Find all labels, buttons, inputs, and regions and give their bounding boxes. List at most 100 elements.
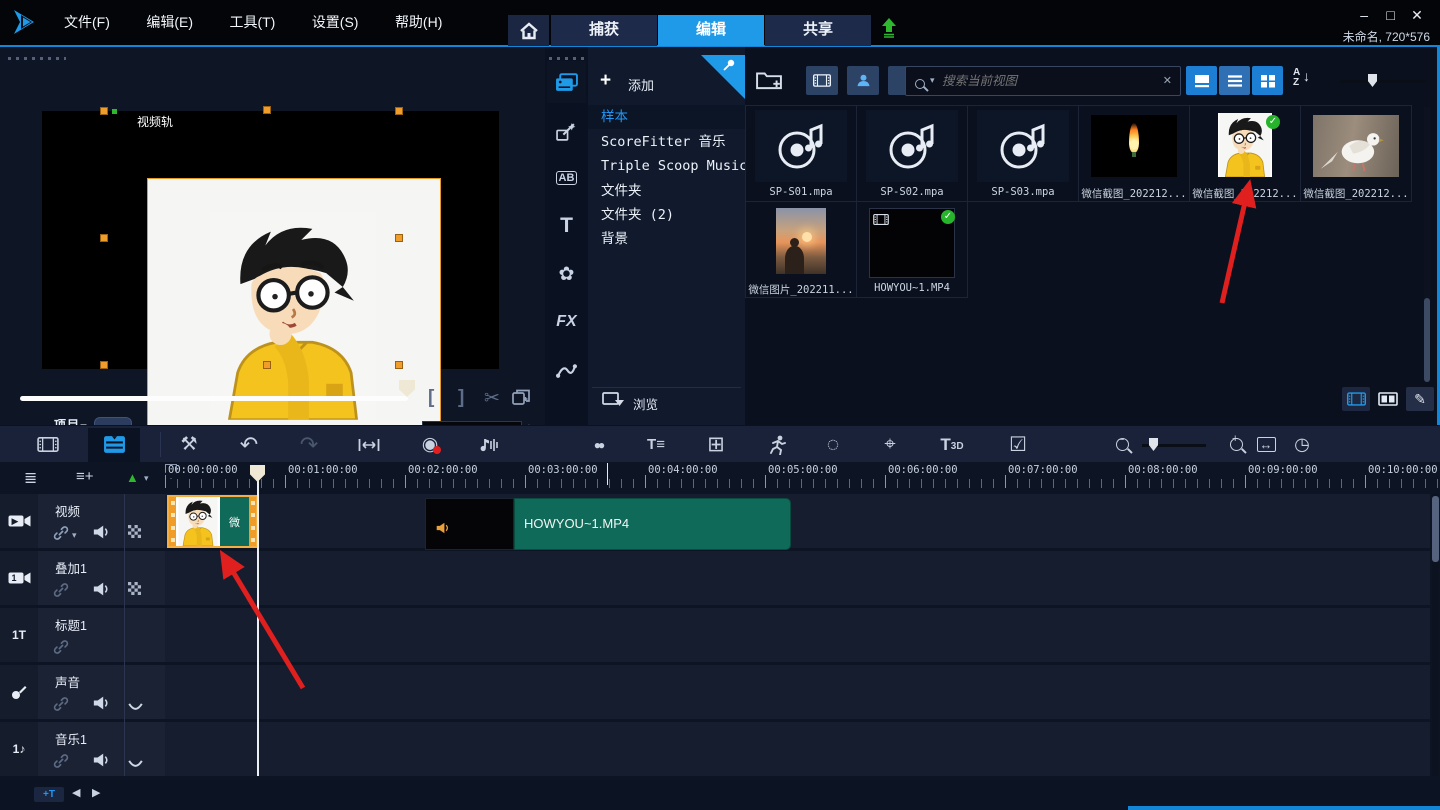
link-icon[interactable]	[53, 582, 69, 603]
split-clip-icon[interactable]: ✂	[484, 387, 500, 410]
music-track-icon[interactable]: 1♪	[0, 722, 38, 776]
timeline-scrollbar-thumb[interactable]	[1432, 496, 1439, 562]
edit-icon[interactable]: ✎	[1406, 387, 1434, 411]
category-folder[interactable]: 文件夹	[588, 179, 745, 203]
selection-handle[interactable]	[263, 361, 271, 369]
scroll-left-icon[interactable]: ◀	[72, 786, 80, 799]
overlay-track-icon[interactable]: 1	[0, 551, 38, 605]
link-icon[interactable]	[53, 696, 69, 717]
sort-icon[interactable]: A↓Z	[1293, 68, 1300, 88]
duration-clock-icon[interactable]: ◷	[1290, 426, 1314, 463]
tab-home[interactable]	[508, 15, 549, 46]
category-background[interactable]: 背景	[588, 227, 745, 251]
insert-mode-caret-icon[interactable]: ▾	[144, 473, 149, 484]
thumb-size-slider[interactable]	[1340, 80, 1426, 83]
selection-handle[interactable]	[263, 106, 271, 114]
selection-handle[interactable]	[100, 234, 108, 242]
mask-creator-icon[interactable]: ◌	[820, 426, 846, 463]
subtitle-editor-icon[interactable]: T≡	[642, 426, 670, 463]
mute-icon[interactable]	[93, 582, 110, 601]
timeline-clip-video[interactable]: HOWYOU~1.MP4	[514, 498, 791, 550]
view-thumb-button[interactable]	[1186, 66, 1217, 95]
dual-view-icon[interactable]	[1374, 387, 1402, 411]
search-icon[interactable]	[915, 76, 925, 94]
timeline-clip-image[interactable]: 微	[167, 495, 258, 548]
playhead-line[interactable]	[257, 480, 259, 776]
mute-icon[interactable]	[93, 753, 110, 772]
title-3d-icon[interactable]: T3D	[935, 426, 969, 463]
speed-icon[interactable]: ●●	[584, 426, 612, 463]
category-scorefitter[interactable]: ScoreFitter 音乐	[588, 130, 745, 154]
search-input[interactable]	[942, 70, 1152, 92]
smart-mask-icon[interactable]: ☑	[1005, 426, 1031, 463]
timeline-view-icon[interactable]	[101, 426, 127, 463]
link-icon[interactable]	[53, 753, 69, 774]
selection-handle[interactable]	[395, 361, 403, 369]
motion-tracking-icon[interactable]	[765, 426, 791, 463]
stabilizer-icon[interactable]: ⌖	[877, 426, 903, 463]
timeline-ruler[interactable]: 00:00:00:00 00:01:00:00 00:02:00:00 00:0…	[165, 462, 1440, 490]
library-scrollbar-thumb[interactable]	[1424, 298, 1430, 382]
link-icon[interactable]	[53, 525, 69, 546]
menu-help[interactable]: 帮助(H)	[379, 2, 458, 42]
tools-icon[interactable]: ⚒	[176, 426, 202, 463]
tab-capture[interactable]: 捕获	[551, 15, 657, 46]
selection-handle[interactable]	[100, 361, 108, 369]
link-icon[interactable]	[53, 639, 69, 660]
video-track-icon[interactable]: ▶	[0, 494, 38, 548]
library-item-selected[interactable]: ✓ HOWYOU~1.MP4	[857, 202, 967, 297]
undo-icon[interactable]: ↶	[236, 426, 262, 463]
fade-icon[interactable]	[128, 756, 143, 774]
fade-icon[interactable]	[128, 699, 143, 717]
storyboard-view-icon[interactable]	[34, 426, 62, 463]
nav-media-icon[interactable]	[545, 62, 588, 102]
link-caret-icon[interactable]: ▾	[72, 530, 77, 541]
add-folder-label[interactable]: 添加	[628, 75, 654, 94]
timeline-zoom-thumb[interactable]	[1149, 438, 1158, 451]
zoom-out-icon[interactable]: −	[1110, 426, 1134, 463]
scroll-right-icon[interactable]: ▶	[92, 786, 100, 799]
nav-transition-icon[interactable]	[545, 111, 588, 151]
mute-icon[interactable]	[93, 525, 110, 544]
browse-icon[interactable]	[602, 392, 626, 412]
track-row-music[interactable]: 1♪ 音乐1	[0, 722, 1430, 776]
filter-photo-button[interactable]	[847, 66, 879, 95]
track-row-title[interactable]: 1T 标题1	[0, 608, 1430, 662]
menu-edit[interactable]: 编辑(E)	[130, 2, 209, 42]
category-triple-scoop[interactable]: Triple Scoop Music	[588, 154, 745, 178]
track-row-overlay[interactable]: 1 叠加1	[0, 551, 1430, 605]
mute-icon[interactable]	[93, 696, 110, 715]
preview-stage[interactable]	[42, 111, 499, 369]
preview-image[interactable]	[147, 178, 441, 431]
selection-handle[interactable]	[395, 234, 403, 242]
library-item[interactable]: 微信截图_202212...	[1079, 106, 1189, 201]
nav-motion-path-icon[interactable]	[545, 350, 588, 390]
menu-file[interactable]: 文件(F)	[48, 2, 126, 42]
view-list-button[interactable]	[1219, 66, 1250, 95]
track-row-voice[interactable]: 声音	[0, 665, 1430, 719]
redo-icon[interactable]: ↷	[296, 426, 322, 463]
zoom-in-icon[interactable]: +	[1224, 426, 1248, 463]
timeline-clip-video-head[interactable]	[425, 498, 514, 550]
title-track-icon[interactable]: 1T	[0, 608, 38, 662]
maximize-button[interactable]: □	[1380, 7, 1402, 23]
transparency-icon[interactable]	[128, 582, 141, 600]
sound-mixer-icon[interactable]	[476, 426, 502, 463]
record-capture-icon[interactable]: ◉	[417, 426, 443, 463]
library-item[interactable]: SP-S01.mpa	[746, 106, 856, 201]
preview-scrubber[interactable]	[20, 396, 408, 401]
menu-tools[interactable]: 工具(T)	[213, 2, 291, 42]
import-folder-icon[interactable]	[756, 70, 782, 95]
library-item[interactable]: SP-S03.mpa	[968, 106, 1078, 201]
voice-track-icon[interactable]	[0, 665, 38, 719]
track-manager-icon[interactable]: ≣	[24, 468, 37, 488]
selection-handle[interactable]	[100, 107, 108, 115]
split-screen-icon[interactable]: ⊞	[703, 426, 729, 463]
mark-out-button[interactable]: ]	[458, 387, 464, 409]
library-item[interactable]: 微信图片_202211...	[746, 202, 856, 297]
auto-music-icon[interactable]	[532, 426, 558, 463]
library-item[interactable]: SP-S02.mpa	[857, 106, 967, 201]
library-item[interactable]: 微信截图_202212...	[1301, 106, 1411, 201]
snapshot-icon[interactable]	[512, 389, 530, 410]
add-track-icon[interactable]: ≡+	[76, 468, 94, 485]
